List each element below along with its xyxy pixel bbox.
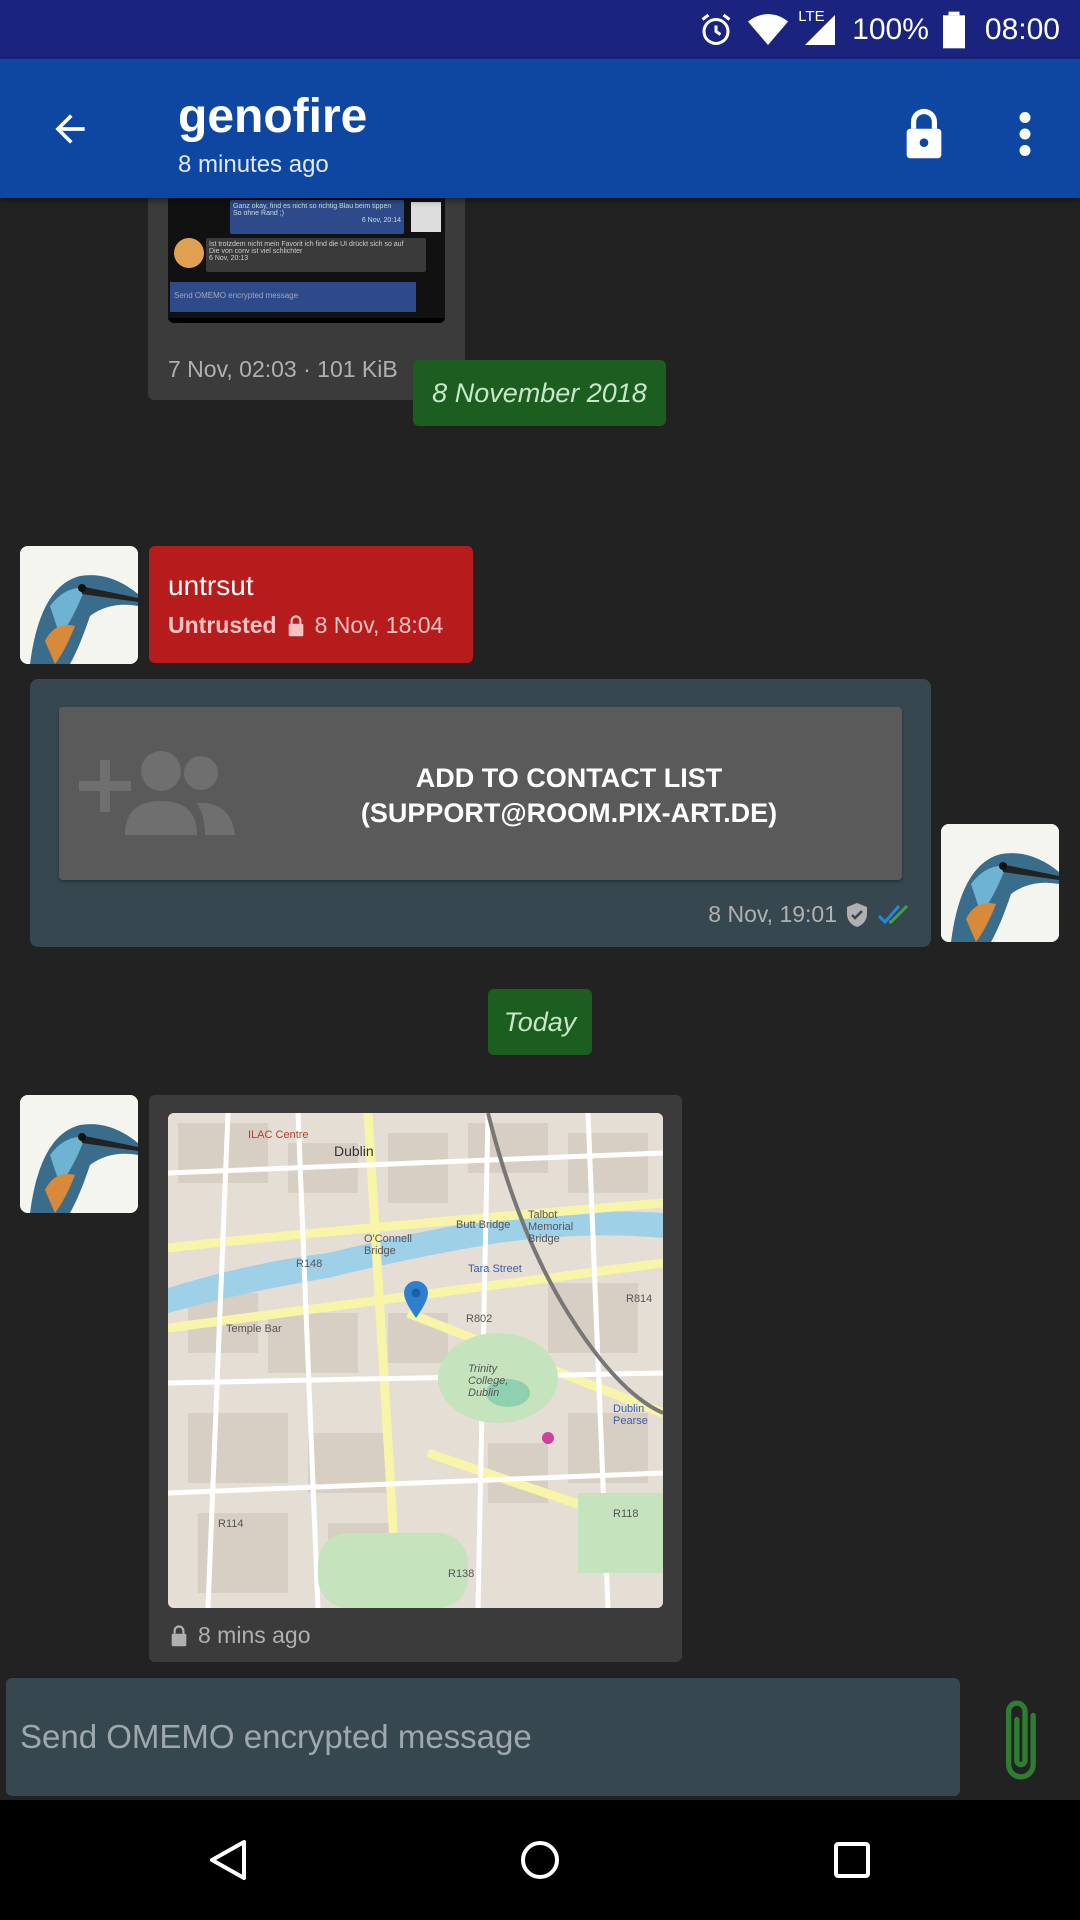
message-meta: 7 Nov, 02:03 · 101 KiB xyxy=(168,356,398,382)
screenshot-thumbnail[interactable]: Ganz okay, find es nicht so richtig Blau… xyxy=(168,198,445,323)
back-button[interactable] xyxy=(40,99,100,159)
contact-card-bubble[interactable]: ADD TO CONTACT LIST (SUPPORT@ROOM.PIX-AR… xyxy=(30,679,931,947)
map-label: Talbot Memorial Bridge xyxy=(528,1209,574,1245)
last-seen: 8 minutes ago xyxy=(178,151,329,178)
message-meta-row: Untrusted 8 Nov, 18:04 xyxy=(168,612,443,639)
thumb-avatar xyxy=(174,238,204,268)
map-label: O'Connell Bridge xyxy=(364,1233,412,1257)
alarm-icon xyxy=(698,12,734,48)
network-type-label: LTE xyxy=(798,7,825,25)
date-separator: 8 November 2018 xyxy=(413,360,666,426)
message-meta-row: 8 Nov, 19:01 xyxy=(708,901,911,928)
map-label: Butt Bridge xyxy=(456,1219,511,1231)
square-recents-icon xyxy=(834,1842,870,1878)
wifi-icon xyxy=(748,13,789,47)
lock-icon xyxy=(171,1624,187,1646)
message-body: untrsut xyxy=(168,570,254,601)
message-time: 8 mins ago xyxy=(198,1622,311,1648)
add-to-contact-list-button[interactable]: ADD TO CONTACT LIST (SUPPORT@ROOM.PIX-AR… xyxy=(59,707,902,880)
thumb-composer: Send OMEMO encrypted message xyxy=(170,282,416,312)
lock-icon xyxy=(288,614,303,636)
map-label: ILAC Centre xyxy=(248,1129,309,1141)
thumb-text: Ist trotzdem nicht mein Favorit ich find… xyxy=(209,241,404,248)
battery-icon xyxy=(942,11,965,49)
map-label: R138 xyxy=(448,1568,475,1580)
kingfisher-avatar-icon xyxy=(20,1095,138,1213)
conversation-list[interactable]: Ganz okay, find es nicht so richtig Blau… xyxy=(0,198,1080,1678)
thumb-text: Die von conv ist viel schlichter xyxy=(209,248,303,255)
more-vert-icon xyxy=(1019,112,1031,156)
map-labels: Dublin ILAC Centre O'Connell Bridge Butt… xyxy=(168,1113,663,1608)
map-label: Temple Bar xyxy=(226,1323,282,1335)
arrow-back-icon xyxy=(55,114,85,144)
map-label: Dublin xyxy=(334,1143,374,1159)
date-separator: Today xyxy=(488,989,592,1055)
map-label: Dublin Pearse xyxy=(613,1403,648,1427)
clock: 08:00 xyxy=(984,12,1060,46)
nav-back-button[interactable] xyxy=(198,1830,258,1890)
nav-home-button[interactable] xyxy=(510,1830,570,1890)
overflow-menu-button[interactable] xyxy=(1000,99,1050,169)
map-label: R802 xyxy=(466,1313,493,1325)
kingfisher-avatar-icon xyxy=(20,546,138,664)
thumb-text: 6 Nov, 20:13 xyxy=(209,255,249,262)
message-composer xyxy=(6,1678,960,1796)
map-label: Tara Street xyxy=(468,1263,522,1275)
kingfisher-avatar-icon xyxy=(941,824,1059,942)
read-receipt-icon xyxy=(877,904,909,924)
map-label: R118 xyxy=(613,1508,639,1520)
thumb-text: Ganz okay, find es nicht so richtig Blau… xyxy=(233,203,392,210)
own-avatar[interactable] xyxy=(941,824,1059,942)
lte-signal-icon: LTE xyxy=(798,8,838,48)
encryption-button[interactable] xyxy=(894,99,954,169)
message-time: 8 Nov, 18:04 xyxy=(314,612,444,638)
thumb-text: So ohne Rand ;) xyxy=(233,210,284,217)
contact-card-title: ADD TO CONTACT LIST xyxy=(415,763,723,793)
system-navigation-bar xyxy=(0,1800,1080,1920)
contact-avatar[interactable] xyxy=(20,1095,138,1213)
map-label: R814 xyxy=(626,1293,653,1305)
message-meta-row: 8 mins ago xyxy=(170,1622,311,1649)
contact-name[interactable]: genofire xyxy=(178,89,367,144)
battery-percent: 100% xyxy=(852,12,929,46)
circle-home-icon xyxy=(521,1841,559,1879)
message-time: 8 Nov, 19:01 xyxy=(708,901,837,927)
triangle-back-icon xyxy=(210,1840,246,1880)
thumb-text: 6 Nov, 20:14 xyxy=(361,217,401,224)
paperclip-icon xyxy=(1005,1700,1036,1780)
nav-recents-button[interactable] xyxy=(822,1830,882,1890)
map-label: R114 xyxy=(218,1518,244,1530)
thumb-avatar xyxy=(411,202,441,232)
status-bar: LTE 100% 08:00 xyxy=(0,0,1080,59)
group-add-icon xyxy=(79,751,235,835)
location-message[interactable]: Dublin ILAC Centre O'Connell Bridge Butt… xyxy=(149,1095,682,1662)
attach-button[interactable] xyxy=(990,1690,1060,1790)
trust-status: Untrusted xyxy=(168,612,277,638)
contact-avatar[interactable] xyxy=(20,546,138,664)
untrusted-message-bubble[interactable]: untrsut Untrusted 8 Nov, 18:04 xyxy=(149,546,473,663)
map-label: Trinity College, Dublin xyxy=(468,1363,509,1399)
lock-icon xyxy=(906,108,942,159)
thumb-outgoing-bubble: Ganz okay, find es nicht so richtig Blau… xyxy=(230,200,404,234)
thumb-navbar xyxy=(168,318,445,323)
message-input[interactable] xyxy=(6,1678,960,1796)
verified-shield-icon xyxy=(847,902,867,927)
contact-card-jid: (SUPPORT@ROOM.PIX-ART.DE) xyxy=(360,798,778,828)
thumb-incoming-bubble: Ist trotzdem nicht mein Favorit ich find… xyxy=(206,238,426,272)
map-label: R148 xyxy=(296,1258,323,1270)
app-bar: genofire 8 minutes ago xyxy=(0,59,1080,198)
location-map[interactable]: Dublin ILAC Centre O'Connell Bridge Butt… xyxy=(168,1113,663,1608)
